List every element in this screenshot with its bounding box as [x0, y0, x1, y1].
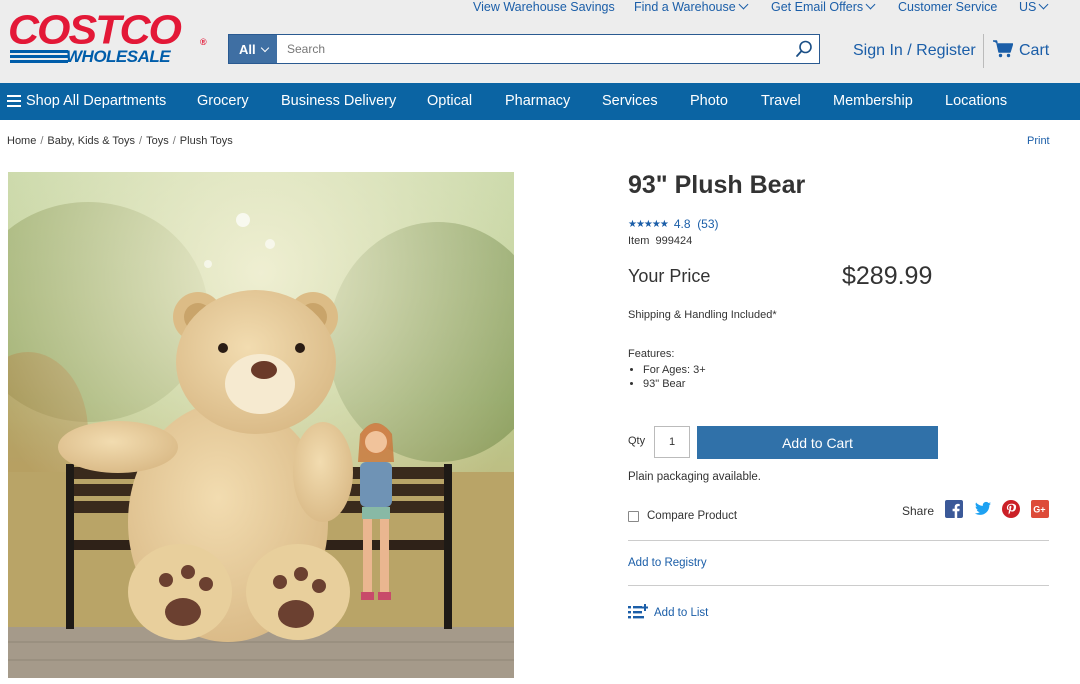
nav-item-membership[interactable]: Membership	[833, 93, 913, 109]
nav-item-business-delivery[interactable]: Business Delivery	[281, 93, 396, 109]
compare-product-label[interactable]: Compare Product	[647, 510, 737, 522]
view-warehouse-savings-link[interactable]: View Warehouse Savings	[473, 0, 615, 16]
plain-packaging-note: Plain packaging available.	[628, 471, 761, 483]
quantity-label: Qty	[628, 435, 646, 447]
chevron-down-icon	[738, 0, 749, 10]
breadcrumb-plush-toys[interactable]: Plush Toys	[180, 135, 233, 147]
google-plus-icon[interactable]: G+	[1031, 500, 1049, 518]
main-navigation: Shop All Departments Grocery Business De…	[0, 83, 1080, 120]
compare-product-checkbox[interactable]	[628, 511, 639, 522]
add-to-list-icon[interactable]	[628, 604, 648, 620]
cart-link[interactable]: Cart	[1019, 42, 1049, 60]
share-label: Share	[902, 504, 935, 518]
nav-item-locations[interactable]: Locations	[945, 93, 1007, 109]
logo-stripes	[10, 50, 68, 64]
nav-item-travel[interactable]: Travel	[761, 93, 801, 109]
product-image[interactable]	[8, 172, 514, 678]
add-to-list-link[interactable]: Add to List	[654, 607, 708, 619]
item-number: Item 999424	[628, 235, 693, 247]
svg-text:G+: G+	[1033, 505, 1045, 515]
logo-registered-mark: ®	[200, 37, 207, 47]
find-warehouse-link[interactable]: Find a Warehouse	[634, 0, 749, 16]
sign-in-register-link[interactable]: Sign In / Register	[853, 42, 976, 60]
nav-item-optical[interactable]: Optical	[427, 93, 472, 109]
divider	[628, 540, 1049, 541]
nav-item-grocery[interactable]: Grocery	[197, 93, 249, 109]
star-rating-icon: ★★★★★	[628, 219, 669, 230]
chevron-down-icon	[1038, 0, 1049, 10]
product-title: 93" Plush Bear	[628, 171, 806, 199]
facebook-icon[interactable]	[945, 500, 963, 518]
product-price: $289.99	[842, 262, 933, 290]
breadcrumb-toys[interactable]: Toys	[146, 135, 169, 147]
add-to-registry-link[interactable]: Add to Registry	[628, 557, 707, 569]
product-rating[interactable]: ★★★★★ 4.8 (53)	[628, 217, 719, 231]
country-selector[interactable]: US	[1019, 0, 1049, 16]
costco-logo[interactable]: COSTCO ® WHOLESALE	[8, 7, 208, 66]
header-divider	[983, 34, 984, 68]
cart-icon[interactable]	[993, 40, 1013, 58]
chevron-down-icon	[260, 43, 269, 53]
feature-item: 93" Bear	[643, 378, 706, 390]
divider	[628, 585, 1049, 586]
review-count: (53)	[697, 217, 719, 231]
nav-item-pharmacy[interactable]: Pharmacy	[505, 93, 570, 109]
search-bar: All	[228, 34, 820, 64]
add-to-cart-button[interactable]: Add to Cart	[697, 426, 938, 459]
email-offers-link[interactable]: Get Email Offers	[771, 0, 876, 16]
search-category-label: All	[239, 42, 256, 57]
breadcrumb-home[interactable]: Home	[7, 135, 36, 147]
shipping-info: Shipping & Handling Included*	[628, 309, 777, 321]
features-list: For Ages: 3+ 93" Bear	[643, 364, 706, 392]
quantity-input[interactable]	[654, 426, 690, 458]
site-header: COSTCO ® WHOLESALE View Warehouse Saving…	[0, 0, 1080, 83]
breadcrumb-baby-kids-toys[interactable]: Baby, Kids & Toys	[47, 135, 135, 147]
nav-item-photo[interactable]: Photo	[690, 93, 728, 109]
breadcrumb: Home / Baby, Kids & Toys / Toys / Plush Toys	[7, 135, 233, 147]
logo-subtitle: WHOLESALE	[66, 47, 171, 66]
customer-service-link[interactable]: Customer Service	[898, 0, 997, 16]
nav-shop-all-departments[interactable]: Shop All Departments	[26, 93, 166, 109]
search-icon[interactable]	[795, 40, 813, 58]
search-category-dropdown[interactable]: All	[229, 35, 277, 63]
chevron-down-icon	[865, 0, 876, 10]
pinterest-icon[interactable]	[1002, 500, 1020, 518]
hamburger-menu-icon	[7, 95, 21, 107]
search-input[interactable]	[277, 35, 787, 63]
features-heading: Features:	[628, 348, 675, 360]
your-price-label: Your Price	[628, 266, 711, 286]
print-link[interactable]: Print	[1027, 135, 1050, 147]
nav-item-services[interactable]: Services	[602, 93, 658, 109]
twitter-icon[interactable]	[974, 500, 992, 518]
feature-item: For Ages: 3+	[643, 364, 706, 376]
rating-value: 4.8	[673, 217, 691, 231]
